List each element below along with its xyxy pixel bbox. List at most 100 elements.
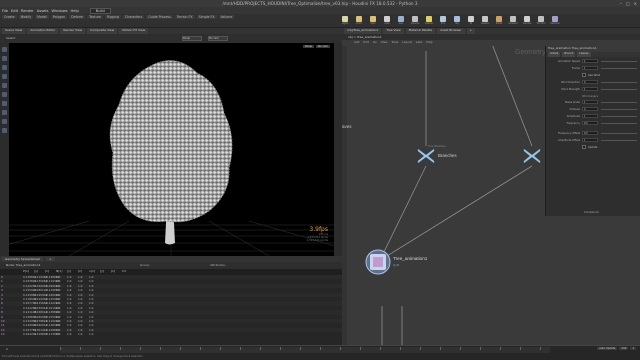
shelf-tool[interactable]: Spot	[368, 16, 378, 26]
param-slider[interactable]	[601, 67, 637, 69]
shelf-tool[interactable]: Switcher	[550, 16, 560, 26]
cam-dropdown[interactable]: No cam	[208, 36, 228, 41]
param-slider[interactable]	[601, 108, 637, 110]
shelf-tab[interactable]: Guide Process	[146, 15, 173, 19]
shelf-tab[interactable]: Polygon	[50, 15, 68, 19]
param-slider[interactable]	[601, 81, 637, 83]
param-field[interactable]: 1	[582, 87, 598, 91]
shelf-tab[interactable]: Deform	[69, 15, 86, 19]
shelf-tool-label: GI	[469, 22, 473, 25]
shelf-tool[interactable]: VR Cam	[536, 16, 546, 26]
param-slider[interactable]	[601, 115, 637, 117]
param-checkbox[interactable]	[582, 73, 586, 77]
add-tab-button[interactable]: +	[46, 257, 55, 261]
param-field[interactable]: 0	[582, 80, 598, 84]
camera-menu[interactable]: Persp	[182, 36, 202, 41]
shelf-tool[interactable]: Lights	[340, 16, 350, 26]
pose-icon[interactable]	[2, 92, 7, 97]
spreadsheet-node: Node: Tree_animation1	[6, 263, 41, 267]
param-field[interactable]: 1	[582, 59, 598, 63]
shelf-tool[interactable]: Geo	[396, 16, 406, 26]
display-icon[interactable]	[2, 128, 7, 133]
frame-ruler[interactable]	[60, 347, 550, 353]
shelf-tab[interactable]: Characters	[122, 15, 145, 19]
menu-help[interactable]: Help	[71, 9, 79, 13]
param-slider[interactable]	[601, 101, 637, 103]
shelf-tab[interactable]: Modify	[18, 15, 34, 19]
menu-file[interactable]: File	[2, 9, 8, 13]
close-icon[interactable]: ×	[634, 1, 637, 6]
desktop-dropdown[interactable]: Build	[89, 7, 111, 14]
end-frame-field[interactable]: 240	[619, 347, 629, 350]
node-tree-animation[interactable]: Tree_animation1 ◎ ⊘	[365, 249, 428, 275]
param-field[interactable]: 0.5	[582, 121, 598, 125]
param-slider[interactable]	[601, 88, 637, 90]
param-field[interactable]: 1	[582, 114, 598, 118]
param-label: Amplitude	[566, 114, 580, 118]
current-frame[interactable]: 1	[6, 347, 8, 351]
view-icon[interactable]	[2, 101, 7, 106]
shelf-tab[interactable]: Rigging	[104, 15, 121, 19]
param-slider[interactable]	[601, 139, 637, 141]
shelf-tool[interactable]: Caustic	[480, 16, 490, 26]
shelf-tool[interactable]: GI	[466, 16, 476, 26]
move-icon[interactable]	[2, 56, 7, 61]
shelf-tool[interactable]: Sky	[452, 16, 462, 26]
shelf-tab[interactable]: Terrain FX	[174, 15, 195, 19]
param-label: Update	[588, 145, 598, 149]
rotate-icon[interactable]	[2, 65, 7, 70]
render-region-icon[interactable]	[2, 119, 7, 124]
shelf-tab[interactable]: Volume	[218, 15, 235, 19]
param-slider[interactable]	[601, 60, 637, 62]
shelf-tool[interactable]: Portal	[494, 16, 504, 26]
select-icon[interactable]	[2, 47, 7, 52]
svg-text:Branches: Branches	[438, 153, 457, 158]
tab-leaves[interactable]: Leaves	[577, 52, 591, 57]
shelf-tool-label: Volume	[410, 22, 420, 25]
param-field[interactable]: 1	[582, 66, 598, 70]
shelf-tab[interactable]: Simple FX	[196, 15, 217, 19]
compile-all-button[interactable]: Compile All	[584, 211, 599, 214]
shelf: Create Modify Model Polygon Deform Texture Rig…	[0, 14, 640, 28]
param-field[interactable]: 4	[582, 107, 598, 111]
param-field[interactable]: 1	[582, 100, 598, 104]
scale-icon[interactable]	[2, 74, 7, 79]
param-field[interactable]: 1	[582, 138, 598, 142]
param-field[interactable]: 0.5	[582, 131, 598, 135]
shelf-tool[interactable]: Ambient	[508, 16, 518, 26]
minimize-icon[interactable]: –	[620, 1, 622, 6]
auto-update-button[interactable]: Auto Update	[597, 347, 618, 350]
menu-windows[interactable]: Windows	[51, 9, 67, 13]
shelf-tool[interactable]: Volume	[410, 16, 420, 26]
param-row: Frame 1	[546, 65, 640, 71]
node-branches[interactable]: Tree_Branches Branches	[417, 144, 457, 164]
menu-assets[interactable]: Assets	[37, 9, 49, 13]
menu-render[interactable]: Render	[21, 9, 34, 13]
shelf-tool[interactable]: Distant	[424, 16, 434, 26]
viewport-3d[interactable]: Persp No cam 3.9fps 185 ms 2,634,512 pri…	[9, 43, 334, 256]
persp-button[interactable]: Persp	[302, 45, 315, 48]
shelf-tab[interactable]: Model	[35, 15, 49, 19]
shelf-tab[interactable]: Texture	[87, 15, 103, 19]
handle-icon[interactable]	[2, 83, 7, 88]
param-row: Frequency 0.5	[546, 120, 640, 126]
tab-branch[interactable]: Branch	[562, 52, 576, 57]
node-leaves[interactable]	[523, 148, 541, 164]
shelf-tool[interactable]: Area	[382, 16, 392, 26]
fps-readout: 3.9fps	[309, 226, 328, 233]
network-path[interactable]: obj > Tree_animation1	[348, 35, 382, 39]
menu-edit[interactable]: Edit	[11, 9, 18, 13]
step-field[interactable]: 1	[630, 347, 636, 350]
shelf-tool[interactable]: Point	[354, 16, 364, 26]
shelf-tool[interactable]: Env	[438, 16, 448, 26]
tab-geometry-spreadsheet[interactable]: Geometry Spreadsheet	[2, 257, 43, 261]
snap-icon[interactable]	[2, 110, 7, 115]
shelf-tab[interactable]: Create	[2, 15, 17, 19]
param-slider[interactable]	[601, 122, 637, 124]
param-checkbox[interactable]	[582, 145, 586, 149]
nocam-button[interactable]: No cam	[316, 45, 330, 48]
maximize-icon[interactable]: □	[626, 1, 630, 6]
tab-global[interactable]: Global	[548, 52, 561, 57]
shelf-tool[interactable]: Camera	[522, 16, 532, 26]
param-slider[interactable]	[601, 132, 637, 134]
